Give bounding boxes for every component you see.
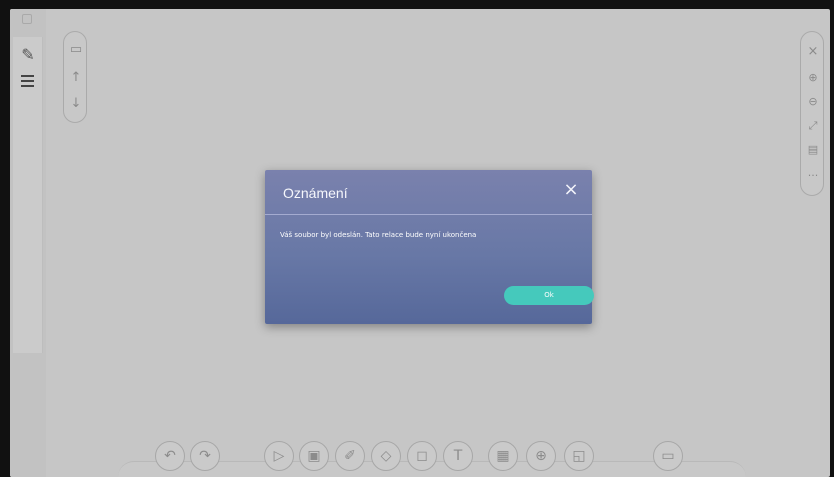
dialog-title: Oznámení <box>283 185 348 201</box>
slide-icon[interactable]: ▣ <box>299 441 329 471</box>
globe-icon[interactable]: ⊕ <box>526 441 556 471</box>
ok-button[interactable]: Ok <box>504 286 594 305</box>
close-icon[interactable]: × <box>562 181 580 199</box>
text-icon[interactable]: T <box>443 441 473 471</box>
window-icon[interactable]: ▭ <box>68 42 84 58</box>
undo-icon[interactable]: ↶ <box>155 441 185 471</box>
present-icon[interactable]: ▭ <box>653 441 683 471</box>
document-icon[interactable] <box>22 14 32 24</box>
select-cursor-icon[interactable]: ▷ <box>264 441 294 471</box>
whiteboard-canvas: ✎ ▭ ↑ ↓ × ⊕ ⊖ ⤢ ▤ ··· ↶ ↷ ▷ ▣ ✐ ◇ ◻ T ▦ … <box>10 9 830 477</box>
notification-dialog: Oznámení × Váš soubor byl odeslán. Tato … <box>265 170 594 324</box>
arrow-up-icon[interactable]: ↑ <box>68 70 84 86</box>
sticky-note-icon[interactable]: ◱ <box>564 441 594 471</box>
fit-screen-icon[interactable]: ⤢ <box>804 118 822 134</box>
menu-icon[interactable] <box>21 75 34 87</box>
monitor-icon[interactable]: ▤ <box>804 142 822 158</box>
redo-icon[interactable]: ↷ <box>190 441 220 471</box>
shapes-icon[interactable]: ◻ <box>407 441 437 471</box>
pen-eraser-icon[interactable]: ✎ <box>17 43 39 65</box>
arrow-down-icon[interactable]: ↓ <box>68 96 84 112</box>
more-icon[interactable]: ··· <box>804 168 822 184</box>
close-icon[interactable]: × <box>804 44 822 60</box>
pen-icon[interactable]: ✐ <box>335 441 365 471</box>
table-icon[interactable]: ▦ <box>488 441 518 471</box>
page-navigation: ▭ ↑ ↓ <box>63 31 87 123</box>
right-toolbar: × ⊕ ⊖ ⤢ ▤ ··· <box>800 31 824 196</box>
zoom-in-icon[interactable]: ⊕ <box>804 70 822 86</box>
dialog-message: Váš soubor byl odeslán. Tato relace bude… <box>280 231 477 239</box>
dialog-divider <box>265 214 592 215</box>
zoom-out-icon[interactable]: ⊖ <box>804 94 822 110</box>
eraser-icon[interactable]: ◇ <box>371 441 401 471</box>
